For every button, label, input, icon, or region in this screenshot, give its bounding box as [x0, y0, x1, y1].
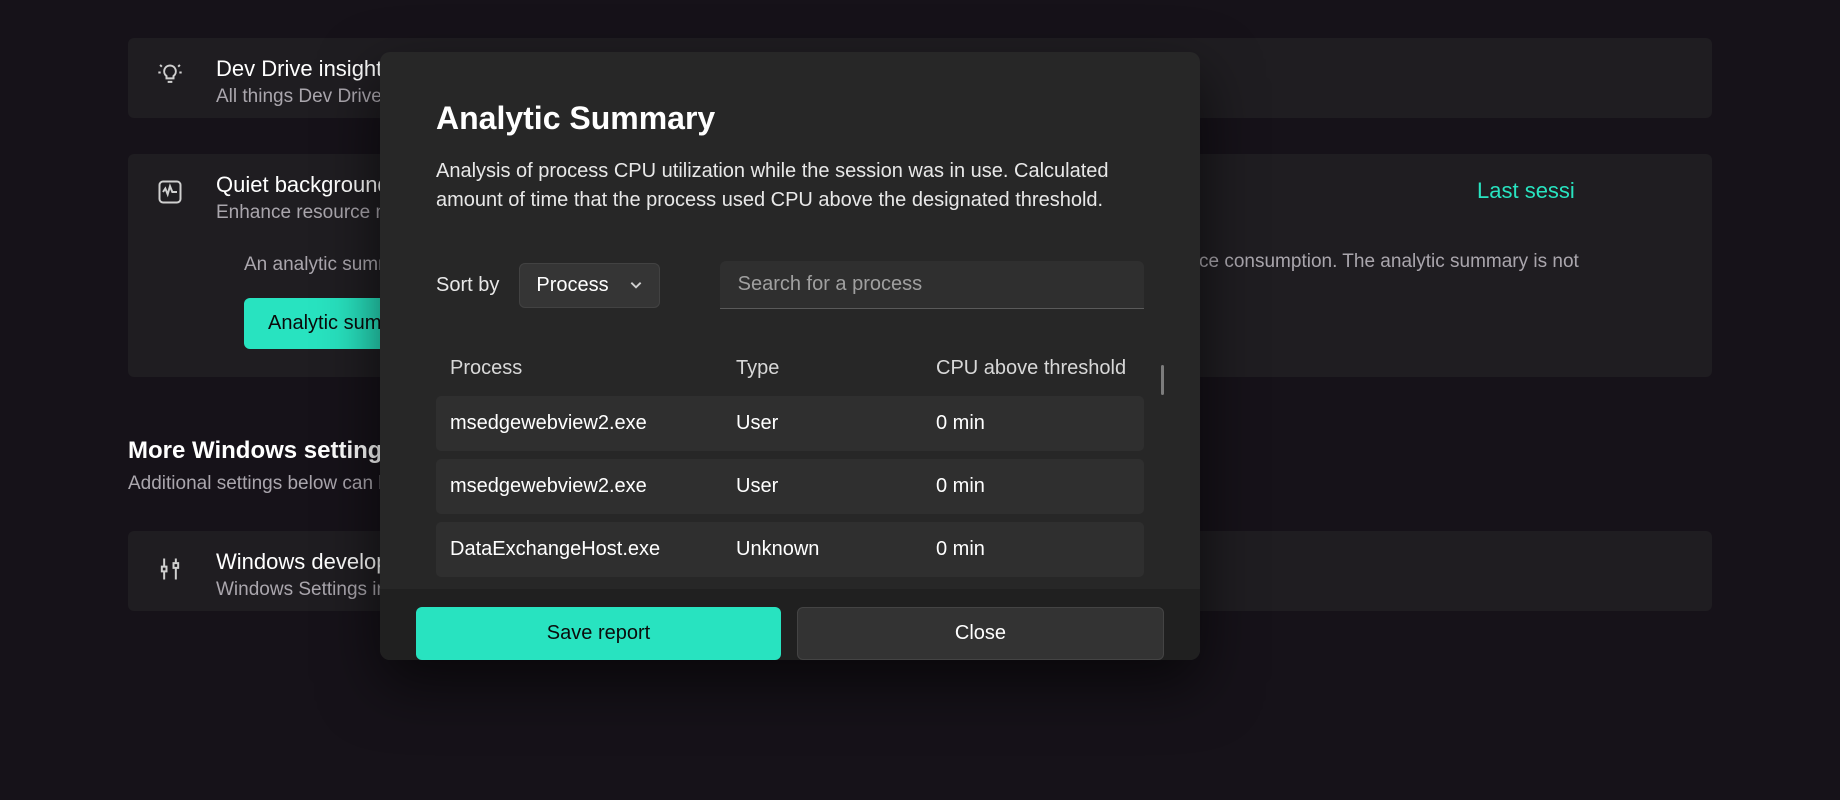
sort-by-label: Sort by: [436, 274, 499, 297]
cell-cpu: 0 min: [936, 538, 1144, 561]
col-header-process[interactable]: Process: [436, 357, 736, 380]
sort-value: Process: [536, 274, 608, 297]
table-row[interactable]: msedgewebview2.exe User 0 min: [436, 459, 1144, 514]
cell-type: Unknown: [736, 538, 936, 561]
dialog-title: Analytic Summary: [436, 100, 1144, 137]
table-header: Process Type CPU above threshold: [436, 357, 1144, 396]
table-row[interactable]: msedgewebview2.exe User 0 min: [436, 396, 1144, 451]
table-row[interactable]: DataExchangeHost.exe Unknown 0 min: [436, 522, 1144, 577]
windows-dev-title: Windows develop: [216, 549, 388, 575]
col-header-cpu[interactable]: CPU above threshold: [936, 357, 1144, 380]
cell-type: User: [736, 475, 936, 498]
save-report-button[interactable]: Save report: [416, 607, 781, 660]
cell-process: msedgewebview2.exe: [436, 412, 736, 435]
scrollbar-thumb[interactable]: [1161, 365, 1164, 395]
dialog-footer: Save report Close: [380, 589, 1200, 660]
search-input[interactable]: [720, 261, 1144, 309]
col-header-type[interactable]: Type: [736, 357, 936, 380]
cell-process: DataExchangeHost.exe: [436, 538, 736, 561]
cell-cpu: 0 min: [936, 412, 1144, 435]
cell-cpu: 0 min: [936, 475, 1144, 498]
dialog-controls: Sort by Process: [436, 261, 1144, 309]
last-session-link[interactable]: Last sessi: [1477, 178, 1575, 204]
activity-icon: [156, 178, 184, 206]
dev-drive-title: Dev Drive insights: [216, 56, 393, 82]
close-button[interactable]: Close: [797, 607, 1164, 660]
lightbulb-icon: [156, 62, 184, 90]
cell-type: User: [736, 412, 936, 435]
process-table: Process Type CPU above threshold msedgew…: [380, 357, 1200, 577]
analytic-summary-dialog: Analytic Summary Analysis of process CPU…: [380, 52, 1200, 660]
sort-by-dropdown[interactable]: Process: [519, 263, 659, 308]
cell-process: msedgewebview2.exe: [436, 475, 736, 498]
chevron-down-icon: [629, 278, 643, 292]
dev-drive-subtitle: All things Dev Drive,: [216, 86, 393, 108]
windows-dev-subtitle: Windows Settings in: [216, 579, 388, 601]
tools-icon: [156, 555, 184, 583]
consumption-text: ce consumption. The analytic summary is …: [1199, 251, 1579, 273]
dialog-description: Analysis of process CPU utilization whil…: [436, 157, 1144, 215]
